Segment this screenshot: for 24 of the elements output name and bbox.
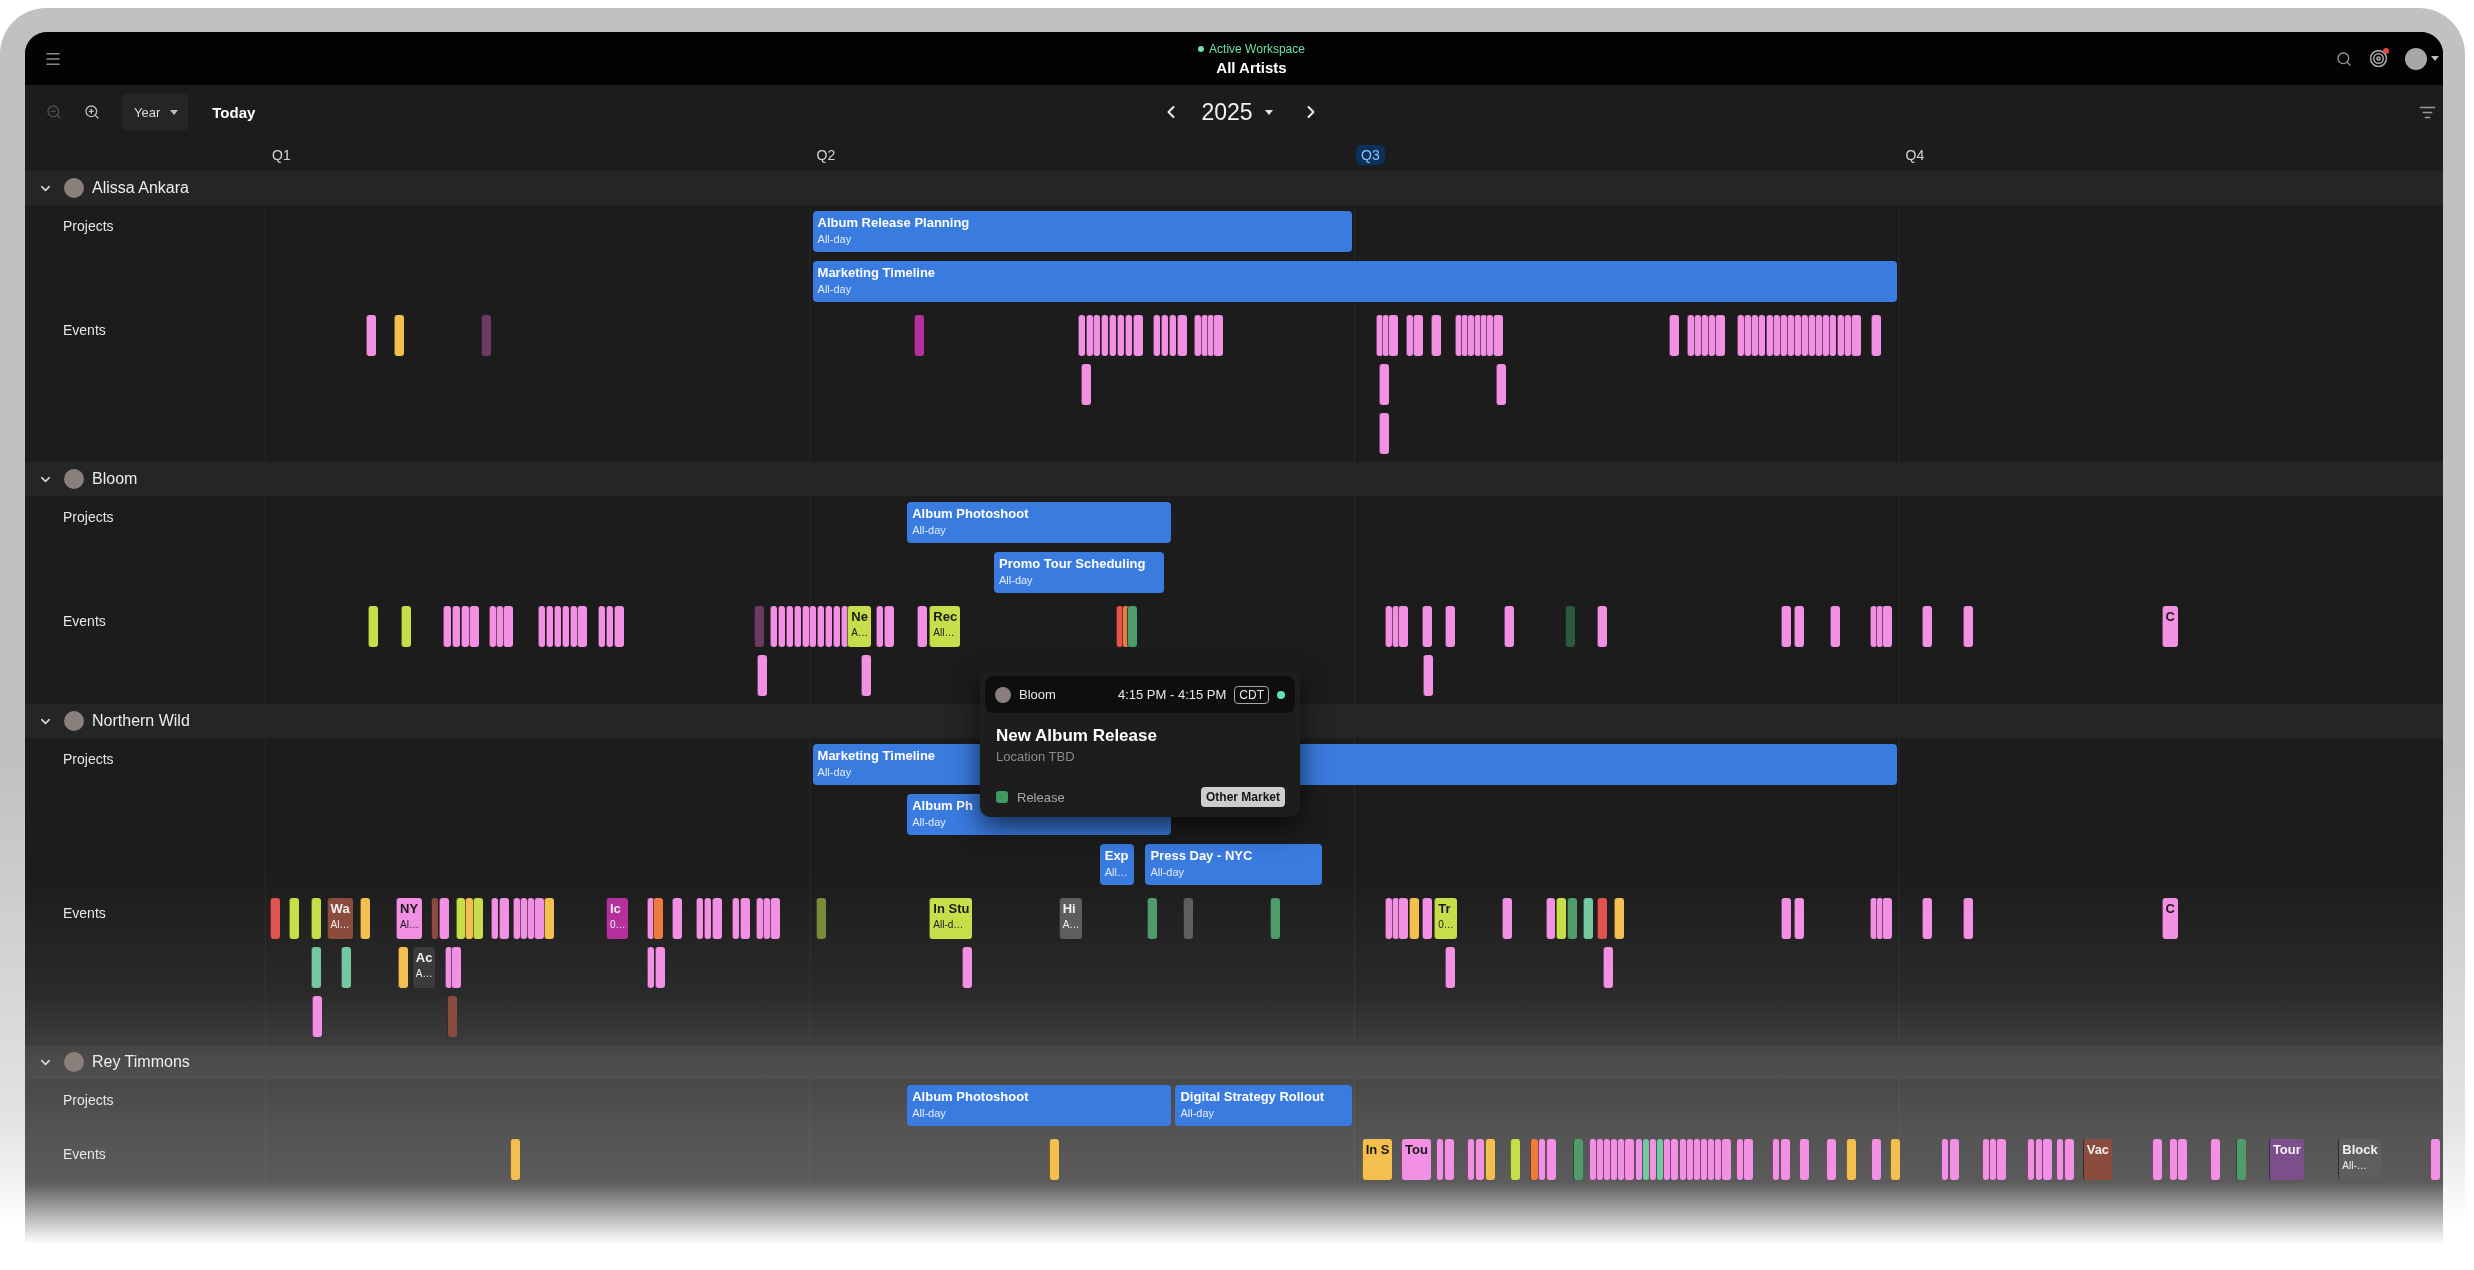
artist-name: Alissa Ankara xyxy=(92,179,189,197)
category-label: Release xyxy=(1017,789,1065,805)
row-label: Projects xyxy=(63,509,114,525)
row-label: Events xyxy=(63,613,106,629)
row-label: Events xyxy=(63,1146,106,1162)
artist-name: Bloom xyxy=(92,470,138,488)
row-label: Events xyxy=(63,905,106,921)
row-label: Projects xyxy=(63,751,114,767)
time-range: 4:15 PM - 4:15 PM xyxy=(1117,687,1227,702)
artist-name: Rey Timmons xyxy=(92,1053,190,1071)
workspace-status: Active Workspace xyxy=(1209,41,1305,56)
market-badge: Other Market xyxy=(1200,787,1285,807)
quarter-label: Q3 xyxy=(1356,145,1385,165)
event-title: New Album Release xyxy=(996,725,1158,746)
tooltip-artist: Bloom xyxy=(1019,687,1057,702)
quarter-label: Q2 xyxy=(815,146,837,165)
row-label: Events xyxy=(63,322,106,338)
quarter-label: Q1 xyxy=(271,146,292,165)
row-label: Projects xyxy=(63,218,114,234)
quarter-label: Q4 xyxy=(1904,146,1926,165)
row-label: Projects xyxy=(63,1092,114,1108)
artist-name: Northern Wild xyxy=(92,712,190,730)
timezone-badge: CDT xyxy=(1234,685,1269,704)
event-location: Location TBD xyxy=(996,749,1076,765)
